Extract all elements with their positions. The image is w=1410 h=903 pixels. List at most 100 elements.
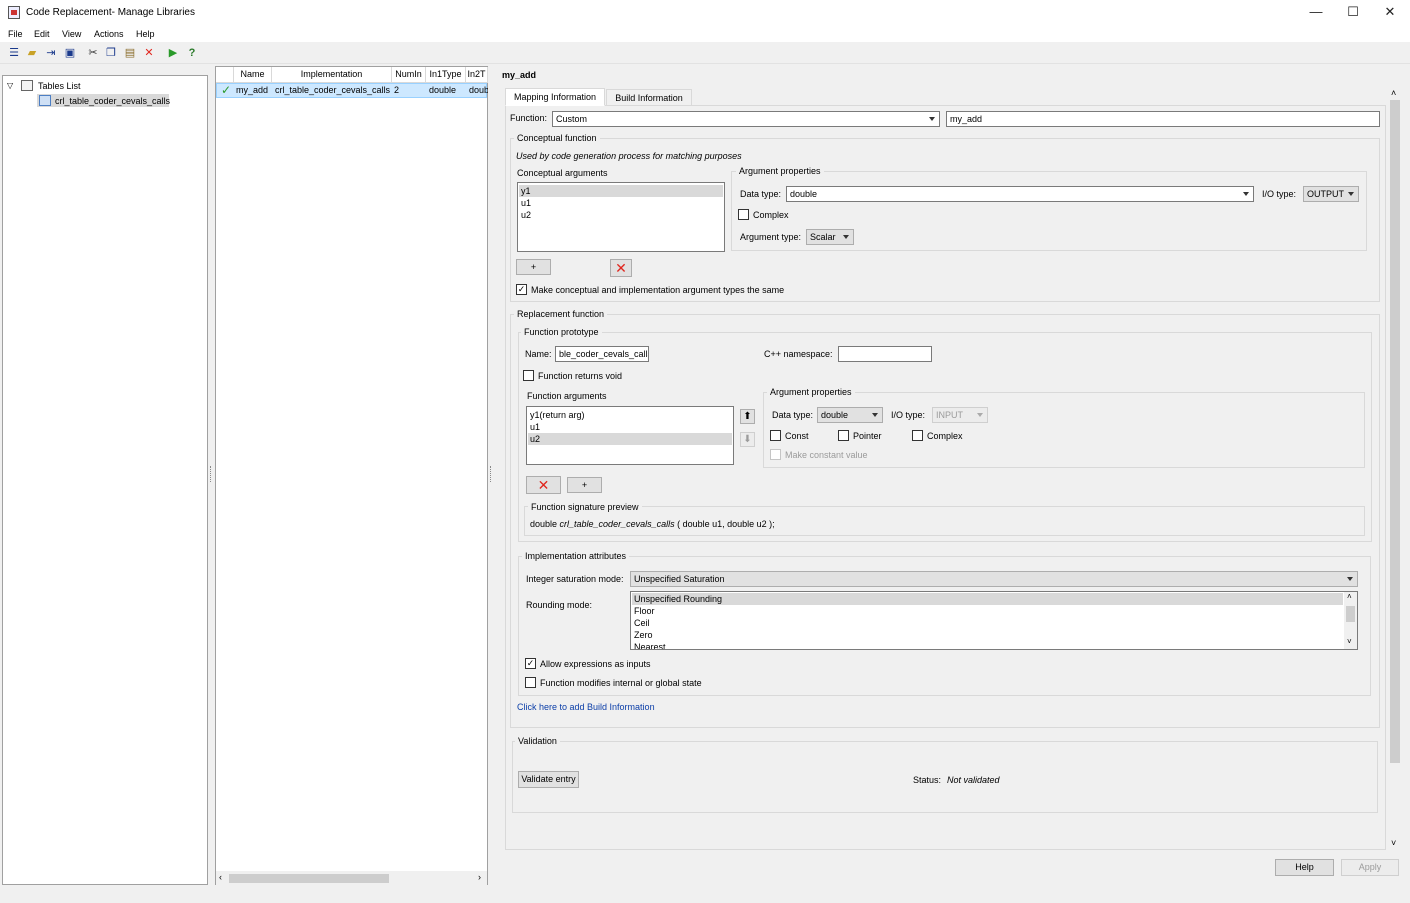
entries-table: Name Implementation NumIn In1Type In2T ✓… bbox=[215, 66, 488, 885]
list-item[interactable]: u2 bbox=[528, 433, 732, 445]
close-button[interactable]: ✕ bbox=[1372, 0, 1408, 26]
new-entry-icon[interactable]: ⇥ bbox=[44, 46, 58, 60]
validate-run-icon[interactable]: ▶ bbox=[166, 46, 180, 60]
validation-group bbox=[512, 741, 1378, 813]
modifies-state-checkbox[interactable] bbox=[525, 677, 536, 688]
minimize-button[interactable]: — bbox=[1298, 0, 1334, 26]
conceptual-args-list[interactable]: y1 u1 u2 bbox=[517, 182, 725, 252]
paste-icon[interactable]: ▤ bbox=[123, 46, 137, 60]
tree-item-table[interactable]: crl_table_coder_cevals_calls bbox=[55, 96, 170, 106]
help-button[interactable]: Help bbox=[1275, 859, 1334, 876]
scroll-down-icon[interactable]: ˅ bbox=[1391, 838, 1396, 848]
remove-conceptual-arg-button[interactable]: ✕ bbox=[610, 259, 632, 277]
open-icon[interactable]: ▰ bbox=[25, 46, 39, 60]
scroll-left-icon[interactable]: ‹ bbox=[219, 872, 222, 882]
menu-actions[interactable]: Actions bbox=[94, 29, 124, 39]
delete-icon[interactable]: ✕ bbox=[142, 46, 156, 60]
new-table-icon[interactable]: ☰ bbox=[7, 46, 21, 60]
expand-toggle-icon[interactable]: ▽ bbox=[7, 81, 13, 90]
replacement-io-type-dropdown[interactable]: INPUT bbox=[932, 407, 988, 423]
list-item[interactable]: u1 bbox=[519, 197, 723, 209]
splitter-grip[interactable] bbox=[210, 466, 212, 482]
tab-mapping-information[interactable]: Mapping Information bbox=[505, 88, 605, 106]
help-icon[interactable]: ? bbox=[185, 46, 199, 60]
chevron-down-icon bbox=[1243, 192, 1249, 196]
saturation-mode-dropdown[interactable]: Unspecified Saturation bbox=[630, 571, 1358, 587]
move-arg-down-button[interactable]: ⬇ bbox=[740, 432, 755, 447]
cell-implementation[interactable]: crl_table_coder_cevals_calls bbox=[272, 83, 392, 98]
tree-root-label[interactable]: Tables List bbox=[38, 81, 81, 91]
cut-icon[interactable]: ✂ bbox=[86, 46, 100, 60]
column-header-in2type[interactable]: In2T bbox=[466, 67, 488, 83]
replacement-data-type-dropdown[interactable]: double bbox=[817, 407, 883, 423]
menu-help[interactable]: Help bbox=[136, 29, 155, 39]
menu-edit[interactable]: Edit bbox=[34, 29, 50, 39]
function-name-input[interactable]: my_add bbox=[946, 111, 1380, 127]
rounding-scroll-thumb[interactable] bbox=[1346, 606, 1355, 622]
save-icon[interactable]: ▣ bbox=[63, 46, 77, 60]
signature-preview-text: double crl_table_coder_cevals_calls ( do… bbox=[530, 519, 775, 529]
replacement-function-title: Replacement function bbox=[514, 309, 608, 319]
splitter-grip-right[interactable] bbox=[490, 466, 492, 482]
vertical-scroll-thumb[interactable] bbox=[1390, 100, 1400, 763]
rounding-scrollbar[interactable]: ˄ ˅ bbox=[1344, 592, 1357, 649]
replacement-name-input[interactable]: ble_coder_cevals_calls bbox=[555, 346, 649, 362]
list-item[interactable]: u2 bbox=[519, 209, 723, 221]
rounding-mode-list[interactable]: Unspecified Rounding Floor Ceil Zero Nea… bbox=[630, 591, 1358, 650]
list-item[interactable]: y1 bbox=[519, 185, 723, 197]
list-item[interactable]: u1 bbox=[528, 421, 732, 433]
make-constant-checkbox[interactable] bbox=[770, 449, 781, 460]
signature-args: ( double u1, double u2 ); bbox=[674, 519, 775, 529]
list-item[interactable]: Floor bbox=[632, 605, 1343, 617]
scroll-up-icon[interactable]: ˄ bbox=[1391, 88, 1396, 98]
conceptual-io-type-label: I/O type: bbox=[1262, 189, 1297, 199]
add-function-arg-button[interactable]: + bbox=[567, 477, 602, 493]
validate-entry-button[interactable]: Validate entry bbox=[518, 771, 579, 788]
list-item[interactable]: Ceil bbox=[632, 617, 1343, 629]
apply-button[interactable]: Apply bbox=[1341, 859, 1399, 876]
column-header-name[interactable]: Name bbox=[234, 67, 272, 83]
scroll-thumb[interactable] bbox=[229, 874, 389, 883]
column-header-implementation[interactable]: Implementation bbox=[272, 67, 392, 83]
list-item[interactable]: Nearest bbox=[632, 641, 1343, 649]
conceptual-io-type-dropdown[interactable]: OUTPUT bbox=[1303, 186, 1359, 202]
move-arg-up-button[interactable]: ⬆ bbox=[740, 409, 755, 424]
function-args-list[interactable]: y1(return arg) u1 u2 bbox=[526, 406, 734, 465]
argument-type-dropdown[interactable]: Scalar bbox=[806, 229, 854, 245]
cell-numin[interactable]: 2 bbox=[391, 83, 425, 98]
conceptual-complex-checkbox[interactable] bbox=[738, 209, 749, 220]
cpp-namespace-input[interactable] bbox=[838, 346, 932, 362]
tab-build-information[interactable]: Build Information bbox=[606, 89, 692, 106]
pointer-checkbox[interactable] bbox=[838, 430, 849, 441]
replacement-complex-checkbox[interactable] bbox=[912, 430, 923, 441]
horizontal-scrollbar[interactable]: ‹ › bbox=[216, 871, 487, 885]
add-build-info-link[interactable]: Click here to add Build Information bbox=[517, 702, 655, 712]
const-checkbox[interactable] bbox=[770, 430, 781, 441]
cell-name[interactable]: my_add bbox=[233, 83, 273, 98]
copy-icon[interactable]: ❐ bbox=[104, 46, 118, 60]
scroll-up-icon[interactable]: ˄ bbox=[1347, 592, 1352, 601]
list-item[interactable]: y1(return arg) bbox=[528, 409, 732, 421]
replacement-io-type-label: I/O type: bbox=[891, 410, 926, 420]
scroll-right-icon[interactable]: › bbox=[478, 872, 481, 882]
column-header-in1type[interactable]: In1Type bbox=[426, 67, 466, 83]
returns-void-checkbox[interactable] bbox=[523, 370, 534, 381]
list-item[interactable]: Zero bbox=[632, 629, 1343, 641]
replacement-arg-properties-title: Argument properties bbox=[767, 387, 855, 397]
maximize-button[interactable]: ☐ bbox=[1335, 0, 1371, 26]
vertical-scrollbar[interactable]: ˄ ˅ bbox=[1388, 86, 1402, 850]
remove-function-arg-button[interactable]: ✕ bbox=[526, 476, 561, 494]
function-dropdown[interactable]: Custom bbox=[552, 111, 940, 127]
cell-in1type[interactable]: double bbox=[426, 83, 466, 98]
add-conceptual-arg-button[interactable]: + bbox=[516, 259, 551, 275]
menu-file[interactable]: File bbox=[8, 29, 23, 39]
column-header-numin[interactable]: NumIn bbox=[392, 67, 426, 83]
conceptual-data-type-combo[interactable]: double bbox=[786, 186, 1254, 202]
list-item[interactable]: Unspecified Rounding bbox=[632, 593, 1343, 605]
menu-view[interactable]: View bbox=[62, 29, 81, 39]
same-types-checkbox[interactable]: ✓ bbox=[516, 284, 527, 295]
scroll-down-icon[interactable]: ˅ bbox=[1347, 637, 1352, 646]
allow-expressions-checkbox[interactable]: ✓ bbox=[525, 658, 536, 669]
argument-type-value: Scalar bbox=[810, 232, 836, 242]
cell-in2type[interactable]: doub bbox=[466, 83, 488, 98]
